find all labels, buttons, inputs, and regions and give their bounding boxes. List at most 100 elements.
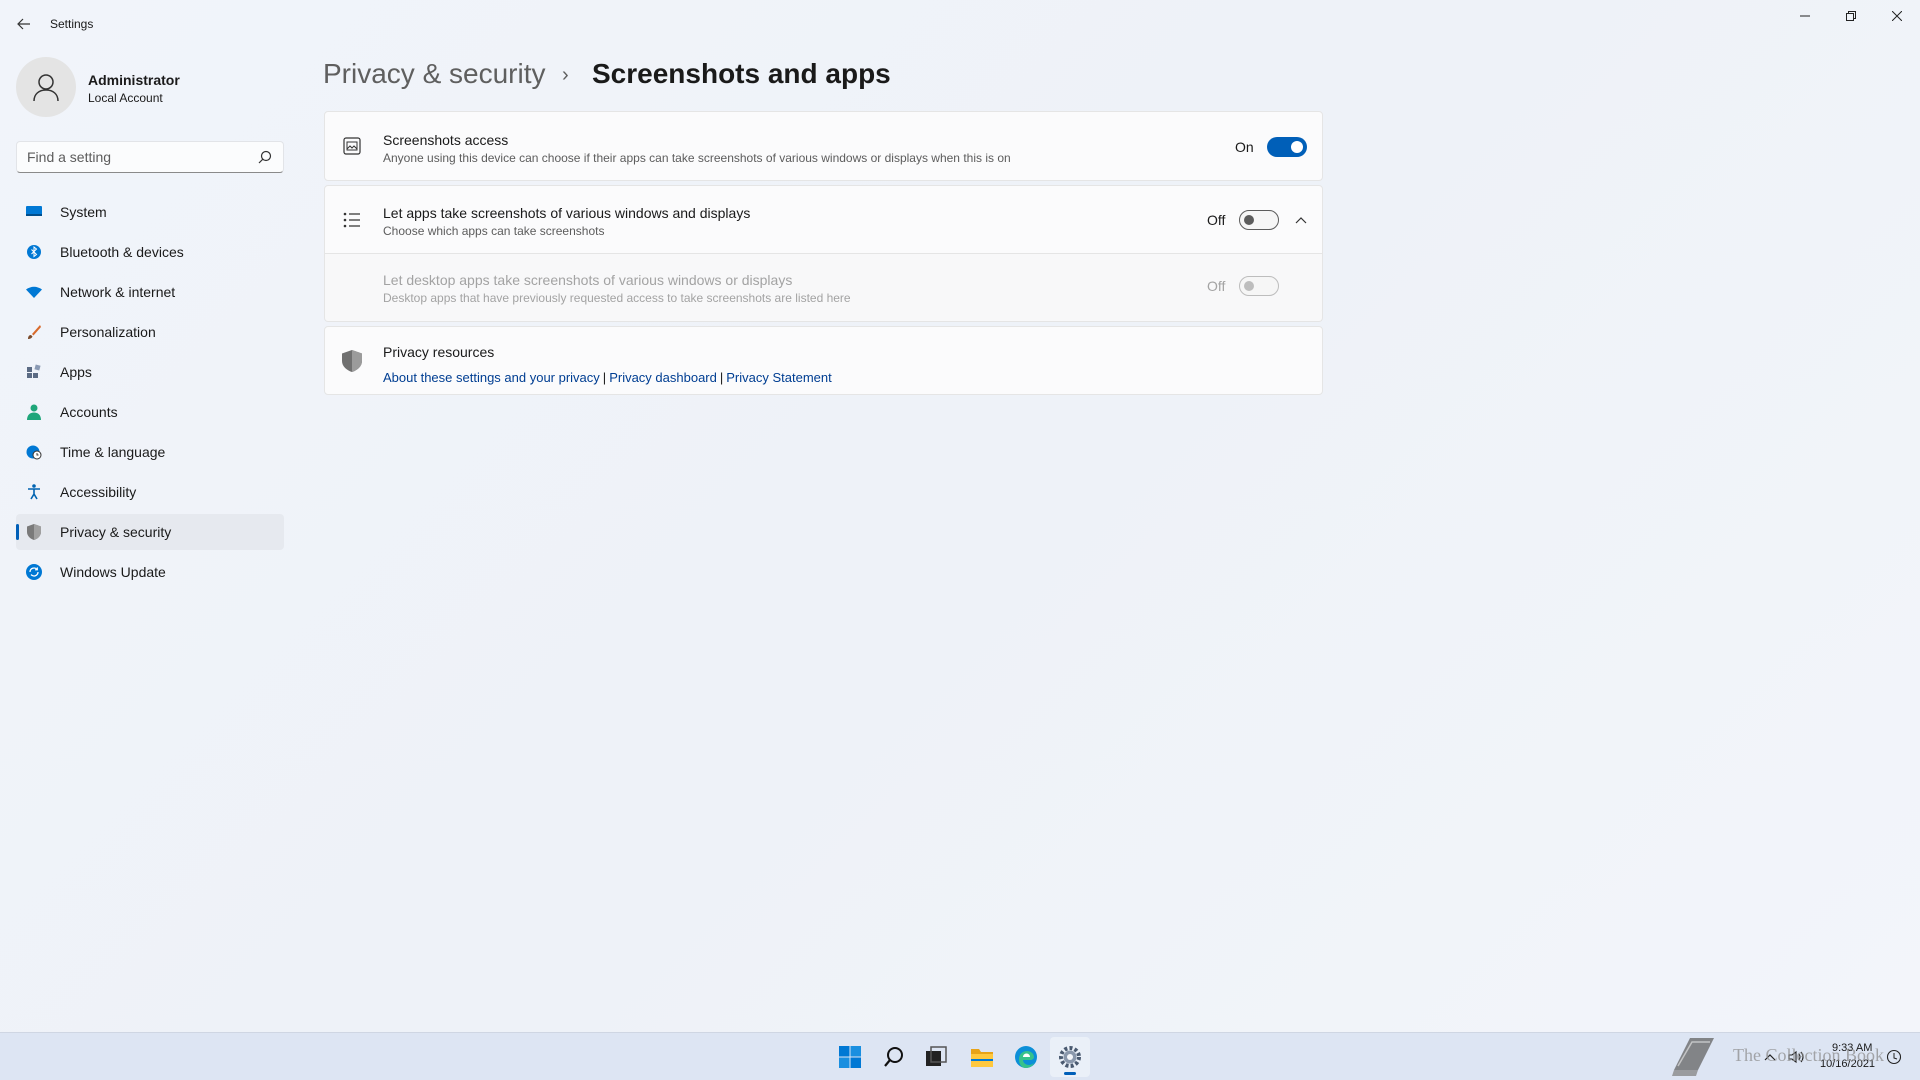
back-arrow-icon <box>17 18 30 30</box>
sidebar-item-label: Network & internet <box>60 284 176 300</box>
let-desktop-apps-toggle <box>1239 276 1279 296</box>
settings-icon <box>1059 1046 1081 1068</box>
page-title: Screenshots and apps <box>592 58 891 89</box>
taskbar-search-button[interactable] <box>874 1037 914 1077</box>
breadcrumb-parent[interactable]: Privacy & security <box>323 58 546 90</box>
setting-description: Desktop apps that have previously reques… <box>383 291 851 305</box>
setting-description: Anyone using this device can choose if t… <box>383 151 1011 165</box>
minimize-button[interactable] <box>1782 0 1828 32</box>
sidebar-item-network[interactable]: Network & internet <box>16 274 284 310</box>
setting-description: Choose which apps can take screenshots <box>383 224 605 238</box>
privacy-dashboard-link[interactable]: Privacy dashboard <box>609 370 717 385</box>
sidebar-item-personalization[interactable]: Personalization <box>16 314 284 350</box>
sidebar-item-label: Accessibility <box>60 484 137 500</box>
taskbar: 9:33 AM 10/16/2021 <box>0 1032 1920 1080</box>
notification-icon <box>1886 1049 1902 1065</box>
shield-icon <box>342 350 362 372</box>
edge-icon <box>1015 1046 1037 1068</box>
wifi-icon <box>26 284 42 300</box>
sidebar-item-privacy-security[interactable]: Privacy & security <box>16 514 284 550</box>
search-icon <box>884 1047 903 1067</box>
toggle-state-label: Off <box>1207 278 1226 294</box>
bluetooth-icon <box>26 244 42 260</box>
about-settings-link[interactable]: About these settings and your privacy <box>383 370 600 385</box>
task-view-icon <box>926 1046 947 1066</box>
search-input[interactable] <box>27 148 247 166</box>
sidebar-item-label: Accounts <box>60 404 118 420</box>
title-bar: Settings <box>0 0 1920 48</box>
close-icon <box>1892 11 1902 21</box>
system-icon <box>26 204 42 220</box>
sidebar-item-label: Windows Update <box>60 564 166 580</box>
privacy-statement-link[interactable]: Privacy Statement <box>726 370 832 385</box>
screenshots-access-card: Screenshots access Anyone using this dev… <box>324 111 1323 181</box>
toggle-knob <box>1244 215 1254 225</box>
apps-icon <box>26 364 42 380</box>
notification-center[interactable] <box>1886 1033 1902 1080</box>
sidebar-item-apps[interactable]: Apps <box>16 354 284 390</box>
sidebar-item-accounts[interactable]: Accounts <box>16 394 284 430</box>
setting-title: Let apps take screenshots of various win… <box>383 205 751 221</box>
sidebar-item-label: System <box>60 204 107 220</box>
app-title: Settings <box>50 17 94 31</box>
close-button[interactable] <box>1874 0 1920 32</box>
user-icon <box>33 74 59 102</box>
task-view-button[interactable] <box>916 1037 956 1077</box>
start-icon <box>839 1046 861 1068</box>
screenshots-access-toggle[interactable] <box>1267 137 1307 157</box>
sidebar-item-time-language[interactable]: Time & language <box>16 434 284 470</box>
setting-title: Privacy resources <box>383 344 495 360</box>
sidebar-item-bluetooth[interactable]: Bluetooth & devices <box>16 234 284 270</box>
accessibility-icon <box>26 484 42 500</box>
sidebar-item-windows-update[interactable]: Windows Update <box>16 554 284 590</box>
brush-icon <box>26 324 42 340</box>
back-button[interactable] <box>10 12 38 36</box>
search-icon[interactable] <box>257 149 273 165</box>
active-app-indicator <box>1064 1072 1076 1075</box>
watermark-text: The Collection Book <box>1733 1045 1884 1065</box>
toggle-knob <box>1291 141 1303 153</box>
privacy-links: About these settings and your privacy | Pr… <box>383 370 832 385</box>
settings-app-button[interactable] <box>1050 1037 1090 1077</box>
file-explorer-icon <box>971 1049 993 1067</box>
file-explorer-button[interactable] <box>962 1037 1002 1077</box>
edge-button[interactable] <box>1006 1037 1046 1077</box>
restore-icon <box>1846 11 1856 21</box>
account-type: Local Account <box>88 91 163 105</box>
privacy-resources-card: Privacy resources About these settings a… <box>324 326 1323 395</box>
toggle-knob <box>1244 281 1254 291</box>
sidebar-item-label: Personalization <box>60 324 156 340</box>
avatar[interactable] <box>16 57 76 117</box>
person-icon <box>26 404 42 420</box>
sidebar-item-label: Time & language <box>60 444 166 460</box>
toggle-state-label: Off <box>1207 212 1226 228</box>
link-separator: | <box>602 370 607 385</box>
sidebar-item-system[interactable]: System <box>16 194 284 230</box>
sidebar-item-label: Bluetooth & devices <box>60 244 184 260</box>
let-apps-toggle[interactable] <box>1239 210 1279 230</box>
breadcrumb-separator: › <box>562 64 569 86</box>
book-logo-icon <box>1672 1038 1714 1076</box>
let-desktop-apps-card: Let desktop apps take screenshots of var… <box>324 254 1323 322</box>
let-apps-card[interactable]: Let apps take screenshots of various win… <box>324 185 1323 254</box>
search-box[interactable] <box>16 141 284 173</box>
user-name: Administrator <box>88 72 180 88</box>
setting-title: Let desktop apps take screenshots of var… <box>383 272 793 288</box>
update-icon <box>26 564 42 580</box>
restore-button[interactable] <box>1828 0 1874 32</box>
sidebar-item-label: Privacy & security <box>60 524 172 540</box>
start-button[interactable] <box>830 1037 870 1077</box>
sidebar-item-accessibility[interactable]: Accessibility <box>16 474 284 510</box>
screenshot-icon <box>342 136 362 156</box>
shield-icon <box>26 524 42 540</box>
link-separator: | <box>719 370 724 385</box>
chevron-up-icon[interactable] <box>1291 210 1311 230</box>
toggle-state-label: On <box>1235 139 1254 155</box>
setting-title: Screenshots access <box>383 132 509 148</box>
globe-clock-icon <box>26 444 42 460</box>
sidebar-nav: System Bluetooth & devices Network & int… <box>16 194 284 594</box>
settings-window: Settings Administrator Local Account Sys… <box>0 0 1920 1032</box>
list-icon <box>342 210 362 230</box>
sidebar-item-label: Apps <box>60 364 92 380</box>
minimize-icon <box>1800 15 1810 17</box>
